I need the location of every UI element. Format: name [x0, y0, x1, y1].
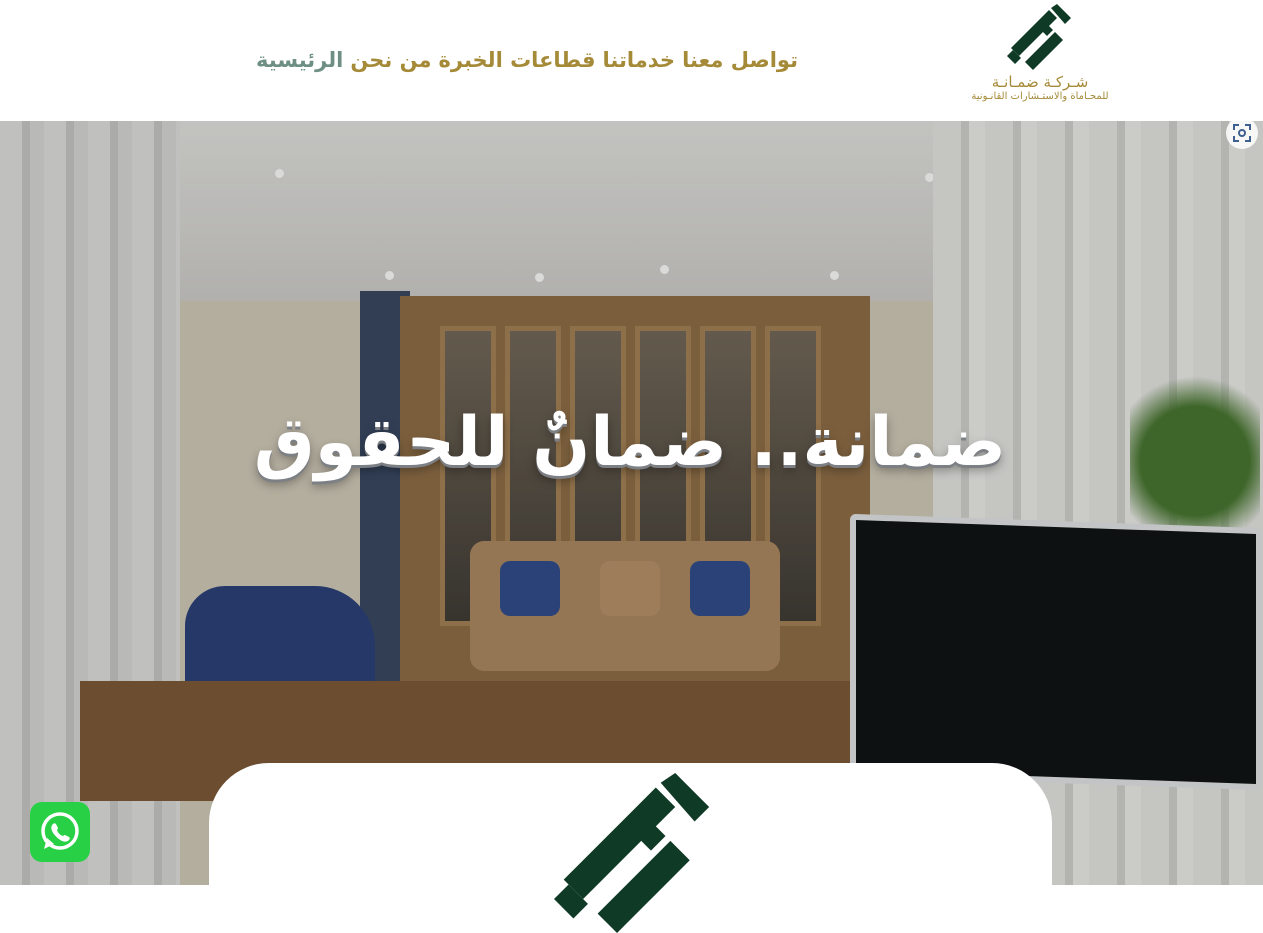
- logo-tagline: للمحـاماة والاستـشارات القانـونية: [971, 91, 1109, 102]
- site-header: الرئيسية من نحن قطاعات الخبرة خدماتنا تو…: [0, 0, 1263, 121]
- site-logo[interactable]: شـركـة ضمـانـة للمحـاماة والاستـشارات ال…: [950, 4, 1130, 114]
- nav-item-contact[interactable]: تواصل معنا: [682, 48, 798, 72]
- dhamana-logo-icon: [1007, 4, 1071, 70]
- intro-card: [209, 763, 1052, 933]
- main-nav: الرئيسية من نحن قطاعات الخبرة خدماتنا تو…: [256, 40, 798, 80]
- hero-title: ضمانة.. ضمانٌ للحقوق: [253, 403, 1007, 482]
- focus-scan-button[interactable]: [1226, 117, 1258, 149]
- nav-item-about[interactable]: من نحن: [350, 48, 431, 72]
- nav-item-home[interactable]: الرئيسية: [256, 48, 343, 72]
- dhamana-logo-icon: [554, 773, 710, 933]
- whatsapp-icon: [41, 812, 79, 850]
- logo-name: شـركـة ضمـانـة: [991, 73, 1089, 91]
- whatsapp-button[interactable]: [30, 802, 90, 862]
- focus-scan-icon: [1233, 124, 1251, 142]
- nav-item-sectors[interactable]: قطاعات الخبرة: [439, 48, 596, 72]
- nav-item-services[interactable]: خدماتنا: [603, 48, 676, 72]
